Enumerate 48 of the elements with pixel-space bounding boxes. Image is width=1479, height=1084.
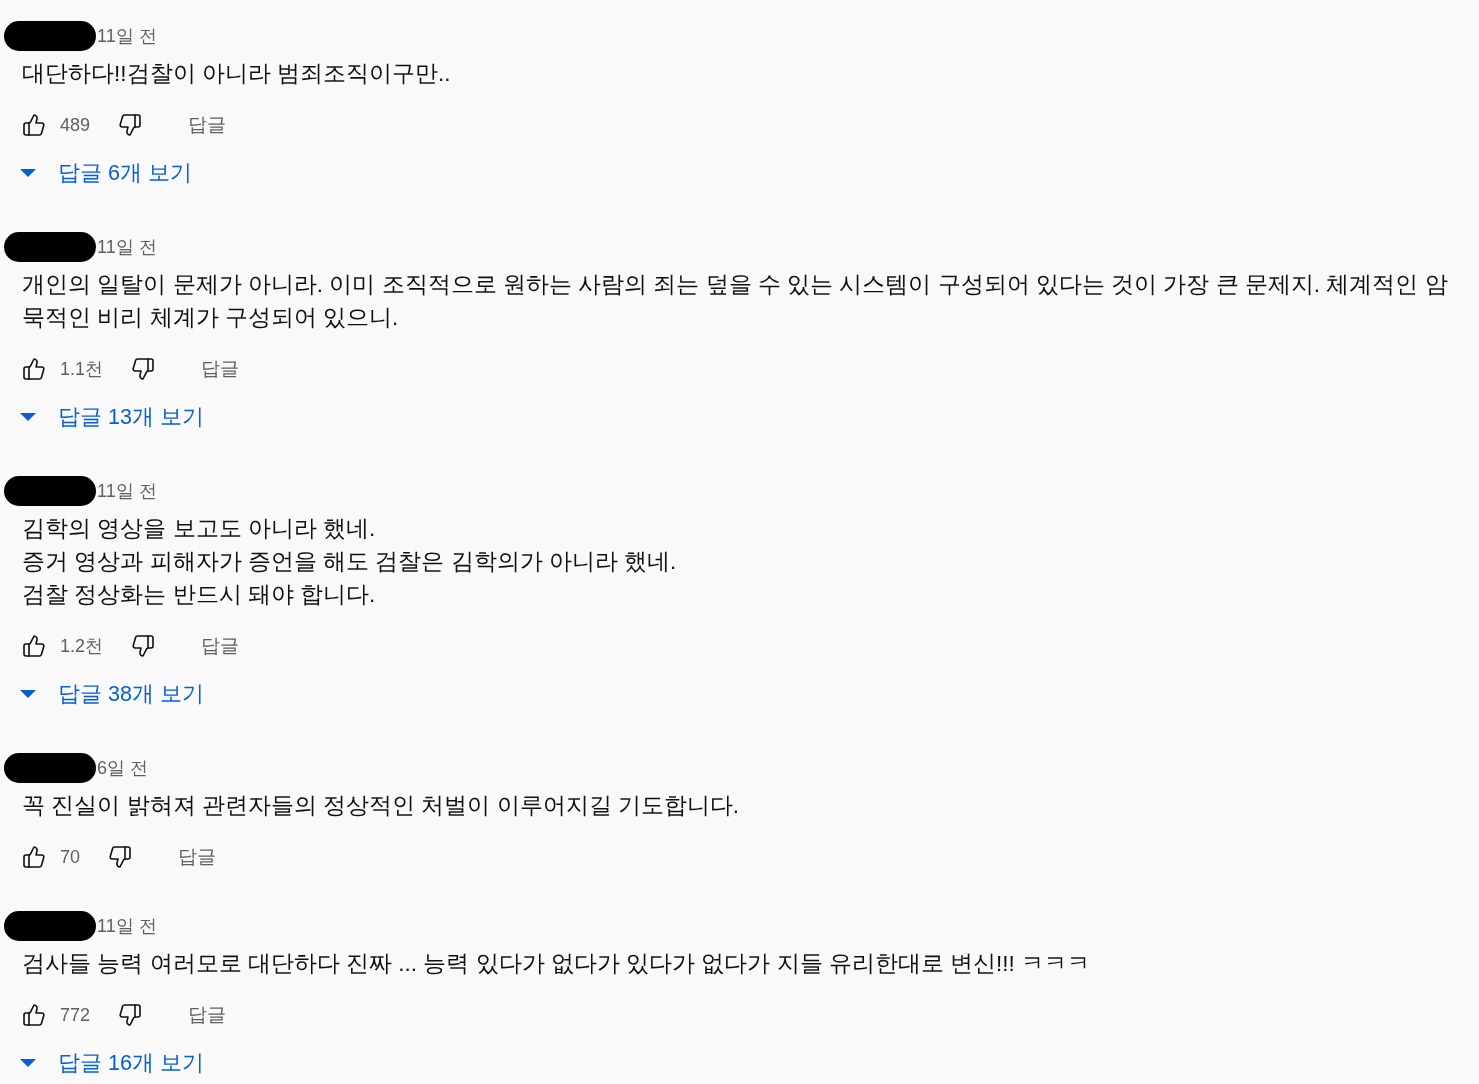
dislike-button[interactable] [131,357,156,381]
view-replies-button[interactable]: 답글 16개 보기 [20,1045,204,1081]
dislike-button[interactable] [118,1003,143,1027]
dislike-button[interactable] [108,845,133,869]
caret-down-icon [20,1059,36,1067]
thumbs-up-icon [22,845,46,869]
comment-text: 개인의 일탈이 문제가 아니라. 이미 조직적으로 원하는 사람의 죄는 덮을 수 있는 시스템이 구성되어 있다는 것이 가장 큰 문제지. 체계적인 암묵적인 비리 체계가 구성되어 있으니. [22,271,1449,332]
comment-timestamp: 11일 전 [97,235,157,259]
like-count: 772 [60,1003,91,1027]
like-count: 489 [60,113,91,137]
thumbs-down-icon [118,113,143,137]
reply-button[interactable]: 답글 [201,354,240,384]
thumbs-down-icon [131,634,156,658]
view-replies-button[interactable]: 답글 38개 보기 [20,676,204,712]
like-button[interactable] [22,1003,46,1027]
like-button[interactable] [22,113,46,137]
comment-text: 꼭 진실이 밝혀져 관련자들의 정상적인 처벌이 이루어지길 기도합니다. [22,792,740,820]
view-replies-button[interactable]: 답글 6개 보기 [20,155,192,191]
like-count: 1.1천 [60,357,104,381]
thumbs-up-icon [22,113,46,137]
thumbs-down-icon [131,357,156,381]
caret-down-icon [20,690,36,698]
like-button[interactable] [22,634,46,658]
like-count: 70 [60,845,81,869]
reply-button[interactable]: 답글 [188,110,227,140]
thumbs-up-icon [22,1003,46,1027]
comment-text: 검사들 능력 여러모로 대단하다 진짜 ... 능력 있다가 없다가 있다가 없다가 지들 유리한대로 변신!!! ㅋㅋㅋ [22,950,1092,978]
like-button[interactable] [22,845,46,869]
reply-button[interactable]: 답글 [178,842,217,872]
reply-button[interactable]: 답글 [188,1000,227,1030]
comment-timestamp: 11일 전 [97,914,157,938]
like-count: 1.2천 [60,634,104,658]
reply-button[interactable]: 답글 [201,631,240,661]
thumbs-down-icon [108,845,133,869]
comment-text: 김학의 영상을 보고도 아니라 했네. 증거 영상과 피해자가 증언을 해도 검찰은 김학의가 아니라 했네. 검찰 정상화는 반드시 돼야 합니다. [22,515,678,609]
thumbs-up-icon [22,357,46,381]
caret-down-icon [20,169,36,177]
view-replies-button[interactable]: 답글 13개 보기 [20,399,204,435]
like-button[interactable] [22,357,46,381]
comment-timestamp: 6일 전 [97,756,148,780]
comment-text: 대단하다!!검찰이 아니라 범죄조직이구만.. [22,60,452,88]
caret-down-icon [20,413,36,421]
comment-timestamp: 11일 전 [97,24,157,48]
dislike-button[interactable] [118,113,143,137]
thumbs-up-icon [22,634,46,658]
comment-timestamp: 11일 전 [97,479,157,503]
thumbs-down-icon [118,1003,143,1027]
dislike-button[interactable] [131,634,156,658]
